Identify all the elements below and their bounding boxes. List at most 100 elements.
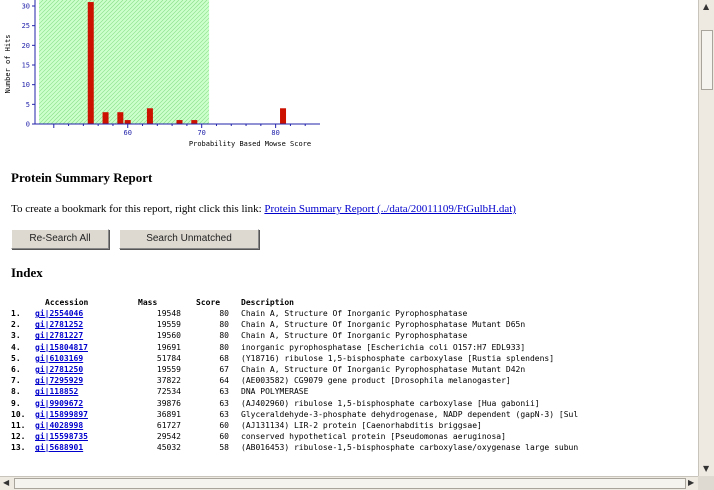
histogram-bar — [117, 112, 124, 124]
index-rows: 1. gi|2554046 19548 80 Chain A, Structure Of… — [11, 308, 578, 453]
description-cell: (AJ131134) LIR-2 protein [Caenorhabditis… — [241, 420, 482, 430]
accession-cell: gi|2781252 — [35, 319, 138, 330]
x-axis-ticks: 60 70 80 — [53, 124, 306, 137]
histogram-bar — [102, 112, 109, 124]
mass-cell: 19559 — [156, 365, 181, 375]
score-cell: 64 — [219, 376, 229, 386]
accession-link[interactable]: gi|2781227 — [35, 331, 83, 340]
accession-cell: gi|7295929 — [35, 375, 138, 386]
score-cell: 63 — [219, 387, 229, 397]
accession-link[interactable]: gi|6103169 — [35, 354, 83, 363]
table-row: 9. gi|9909672 39876 63 (AJ402960) ribulose 1… — [11, 398, 578, 409]
description-cell: (AJ402960) ribulose 1,5-bisphosphate car… — [241, 398, 540, 408]
accession-link[interactable]: gi|7295929 — [35, 376, 83, 385]
table-row: 8. gi|118852 72534 63 DNA POLYMERASE — [11, 386, 578, 397]
score-cell: 67 — [219, 365, 229, 375]
scrollbar-corner — [698, 476, 714, 490]
score-header: Score — [196, 298, 221, 307]
accession-cell: gi|4028998 — [35, 420, 138, 431]
accession-cell: gi|15899897 — [35, 409, 138, 420]
y-axis-ticks: 0 5 10 15 20 25 30 — [22, 3, 35, 129]
accession-header: Accession — [45, 298, 89, 307]
horizontal-scrollbar[interactable]: ◀ ▶ — [0, 476, 698, 490]
y-tick-label: 0 — [26, 121, 30, 129]
row-number: 12. — [11, 432, 26, 442]
score-cell: 60 — [219, 432, 229, 442]
accession-link[interactable]: gi|9909672 — [35, 399, 83, 408]
histogram-bar — [87, 2, 94, 125]
accession-cell: gi|2554046 — [35, 308, 138, 319]
x-tick-label: 60 — [124, 129, 132, 137]
description-cell: (AB016453) ribulose-1,5-bisphosphate car… — [241, 443, 579, 453]
description-header: Description — [241, 298, 294, 307]
search-unmatched-button[interactable]: Search Unmatched — [119, 229, 259, 249]
mass-cell: 29542 — [156, 432, 181, 442]
vertical-scrollbar[interactable]: ▲ ▼ — [698, 0, 714, 476]
score-histogram: 0 5 10 15 20 25 30 60 70 80 Number of Hits Proba… — [4, 0, 320, 148]
scroll-down-arrow-icon[interactable]: ▼ — [703, 465, 709, 473]
mass-cell: 39876 — [156, 398, 181, 408]
accession-link[interactable]: gi|15899897 — [35, 410, 88, 419]
description-cell: inorganic pyrophosphatase [Escherichia c… — [241, 342, 526, 352]
x-tick-label: 80 — [271, 129, 279, 137]
scroll-up-arrow-icon[interactable]: ▲ — [703, 3, 709, 11]
page-content: 0 5 10 15 20 25 30 60 70 80 Number of Hits Proba… — [0, 0, 698, 476]
score-cell: 68 — [219, 353, 229, 363]
index-heading: Index — [11, 265, 43, 280]
index-table: Accession Mass Score Description 1. gi|25… — [11, 297, 578, 453]
histogram-bar — [124, 120, 131, 124]
row-number: 13. — [11, 443, 26, 453]
protein-summary-report-link[interactable]: Protein Summary Report (../data/20011109… — [264, 203, 516, 215]
histogram-bar — [176, 120, 183, 124]
table-row: 13. gi|5688901 45032 58 (AB016453) ribulose-… — [11, 442, 578, 453]
vertical-scroll-thumb[interactable] — [701, 30, 713, 90]
hatch-line — [190, 105, 210, 124]
table-row: 6. gi|2781250 19559 67 Chain A, Structure Of… — [11, 364, 578, 375]
scroll-right-arrow-icon[interactable]: ▶ — [688, 479, 694, 487]
accession-cell: gi|2781227 — [35, 330, 138, 341]
index-header-row: Accession Mass Score Description — [11, 297, 578, 308]
accession-link[interactable]: gi|118852 — [35, 387, 78, 396]
research-all-button[interactable]: Re-Search All — [11, 229, 109, 249]
row-number: 2. — [11, 320, 21, 330]
y-tick-label: 10 — [22, 81, 30, 89]
score-cell: 63 — [219, 409, 229, 419]
accession-link[interactable]: gi|5688901 — [35, 443, 83, 452]
mass-cell: 19559 — [156, 320, 181, 330]
row-number: 10. — [11, 409, 26, 419]
row-number: 4. — [11, 342, 21, 352]
mass-cell: 36891 — [156, 409, 181, 419]
accession-link[interactable]: gi|2554046 — [35, 309, 83, 318]
description-cell: Chain A, Structure Of Inorganic Pyrophos… — [241, 320, 526, 330]
scroll-left-arrow-icon[interactable]: ◀ — [3, 479, 9, 487]
x-axis-label: Probability Based Mowse Score — [189, 140, 311, 148]
y-tick-label: 5 — [26, 101, 30, 109]
y-tick-label: 20 — [22, 42, 30, 50]
mass-header: Mass — [138, 298, 158, 307]
score-cell: 80 — [219, 320, 229, 330]
score-cell: 80 — [219, 342, 229, 352]
accession-link[interactable]: gi|4028998 — [35, 421, 83, 430]
row-number: 6. — [11, 365, 21, 375]
score-cell: 80 — [219, 331, 229, 341]
y-tick-label: 15 — [22, 62, 30, 70]
protein-summary-heading: Protein Summary Report — [11, 170, 153, 185]
description-cell: Chain A, Structure Of Inorganic Pyrophos… — [241, 365, 526, 375]
score-cell: 80 — [219, 309, 229, 319]
accession-cell: gi|15804817 — [35, 342, 138, 353]
accession-link[interactable]: gi|2781250 — [35, 365, 83, 374]
table-row: 1. gi|2554046 19548 80 Chain A, Structure Of… — [11, 308, 578, 319]
accession-link[interactable]: gi|15804817 — [35, 343, 88, 352]
accession-link[interactable]: gi|2781252 — [35, 320, 83, 329]
bookmark-line: To create a bookmark for this report, ri… — [11, 203, 516, 215]
accession-link[interactable]: gi|15598735 — [35, 432, 88, 441]
row-number: 7. — [11, 376, 21, 386]
x-tick-label: 70 — [197, 129, 205, 137]
horizontal-scroll-thumb[interactable] — [14, 478, 686, 489]
score-cell: 58 — [219, 443, 229, 453]
description-cell: DNA POLYMERASE — [241, 387, 309, 397]
accession-cell: gi|5688901 — [35, 442, 138, 453]
accession-cell: gi|2781250 — [35, 364, 138, 375]
row-number: 11. — [11, 420, 26, 430]
index-header-num — [11, 297, 35, 308]
